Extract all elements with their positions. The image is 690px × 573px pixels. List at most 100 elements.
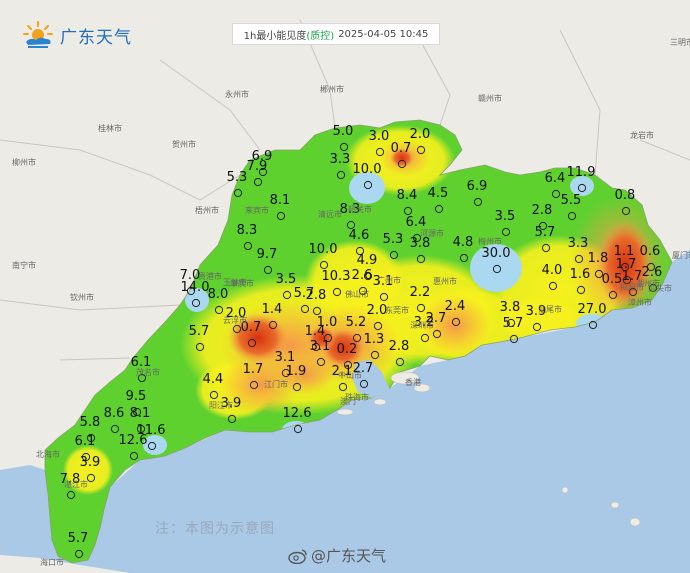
city-label: 清远市	[318, 209, 342, 219]
station-value: 2.6	[642, 265, 663, 280]
sun-cloud-logo-icon	[23, 21, 53, 48]
station-value: 4.8	[453, 235, 474, 250]
station-value: 0.2	[337, 342, 358, 357]
city-label: 阳江市	[209, 400, 233, 410]
station-value: 3.3	[568, 236, 589, 251]
station-value: 5.3	[227, 170, 248, 185]
station-value: 30.0	[482, 246, 511, 261]
city-label: 海口市	[40, 557, 64, 567]
city-label: 赣州市	[478, 93, 502, 103]
station-value: 9.5	[126, 389, 147, 404]
city-label: 郴州市	[320, 84, 344, 94]
station-value: 1.6	[570, 267, 591, 282]
station-value: 12.6	[283, 406, 312, 421]
city-label: 北海市	[36, 449, 60, 459]
visibility-map: 5.0 3.0 2.00.76.9 3.37.95.310.06.4 11.96.94.…	[0, 0, 690, 573]
station-value: 0.7	[391, 141, 412, 156]
station-value: 5.3	[383, 232, 404, 247]
station-value: 12.6	[119, 433, 148, 448]
station-value: 3.1	[275, 350, 296, 365]
station-value: 8.0	[208, 287, 229, 302]
station-value: 10.3	[322, 269, 351, 284]
station-value: 8.3	[237, 223, 258, 238]
city-label: 南宁市	[12, 260, 36, 270]
city-label: 贺州市	[172, 139, 196, 149]
city-label: 河源市	[420, 228, 444, 238]
city-label: 云浮市	[223, 315, 247, 325]
station-value: 5.7	[503, 316, 524, 331]
station-value: 1.4	[262, 302, 283, 317]
city-label: 漳州市	[628, 297, 652, 307]
station-value: 0.6	[640, 244, 661, 259]
brand-logo: 广东天气	[20, 20, 132, 50]
city-label: 来宾市	[245, 205, 269, 215]
station-value: 5.7	[535, 225, 556, 240]
station-value: 7.9	[247, 159, 268, 174]
station-value: 6.4	[406, 215, 427, 230]
city-label: 揭阳市	[620, 282, 644, 292]
station-value: 5.8	[80, 415, 101, 430]
station-value: 5.7	[189, 324, 210, 339]
map-title: 1h最小能见度	[243, 30, 307, 42]
city-label: 深圳市	[410, 320, 434, 330]
station-value: 3.3	[330, 152, 351, 167]
city-label: 佛山市	[345, 289, 369, 299]
city-label: 桂林市	[98, 123, 122, 133]
station-value: 6.4	[545, 171, 566, 186]
station-value: 3.0	[369, 129, 390, 144]
station-value: 3.5	[276, 272, 297, 287]
city-label: 香港	[405, 377, 421, 387]
station-value: 2.6	[352, 268, 373, 283]
station-value: 1.7	[243, 362, 264, 377]
station-value: 5.0	[333, 124, 354, 139]
city-label: 惠州市	[433, 276, 457, 286]
station-value: 5.5	[561, 193, 582, 208]
brand-name: 广东天气	[60, 27, 132, 48]
station-value: 27.0	[578, 302, 607, 317]
city-label: 东莞市	[385, 305, 409, 315]
station-value: 10.0	[353, 162, 382, 177]
weibo-watermark: @广东天气	[288, 545, 386, 566]
station-value: 5.7	[68, 531, 89, 546]
city-label: 江门市	[264, 379, 288, 389]
station-value: 2.8	[532, 203, 553, 218]
city-label: 龙岩市	[630, 130, 654, 140]
station-value: 2.8	[306, 288, 327, 303]
station-value: 1.4	[305, 324, 326, 339]
watermark-text: @广东天气	[311, 547, 387, 565]
station-value: 4.5	[428, 186, 449, 201]
station-value: 3.5	[495, 209, 516, 224]
city-label: 中山市	[338, 370, 362, 380]
station-value: 4.0	[542, 263, 563, 278]
station-value: 0.8	[615, 188, 636, 203]
station-value: 1.8	[588, 251, 609, 266]
station-value: 10.0	[309, 242, 338, 257]
station-value: 2.0	[410, 127, 431, 142]
city-label: 三明市	[670, 37, 690, 47]
station-value: 8.1	[130, 406, 151, 421]
station-value: 4.6	[349, 228, 370, 243]
city-label: 钦州市	[70, 292, 94, 302]
city-label: 茂名市	[136, 367, 160, 377]
station-value: 2.8	[389, 339, 410, 354]
station-value: 2.4	[445, 299, 466, 314]
city-label: 永州市	[225, 89, 249, 99]
station-value: 3.8	[410, 236, 431, 251]
station-value: 11.9	[567, 165, 596, 180]
station-value: 1.3	[364, 332, 385, 347]
station-value: 9.7	[257, 247, 278, 262]
city-label: 梅州市	[478, 236, 502, 246]
station-value: 5.2	[346, 315, 367, 330]
city-label: 澳门	[340, 396, 356, 406]
station-value: 4.9	[357, 253, 378, 268]
station-value: 3.9	[80, 455, 101, 470]
map-title-bar: 1h最小能见度 (质控) 2025-04-05 10:45	[232, 23, 440, 45]
city-label: 厦门市	[672, 250, 690, 260]
station-value: 8.4	[397, 188, 418, 203]
station-value: 6.1	[75, 434, 96, 449]
city-label: 湛江市	[64, 479, 88, 489]
station-value: 4.4	[203, 372, 224, 387]
city-label: 汕尾市	[538, 304, 562, 314]
city-label: 汕头市	[648, 283, 672, 293]
station-value: 8.1	[270, 193, 291, 208]
